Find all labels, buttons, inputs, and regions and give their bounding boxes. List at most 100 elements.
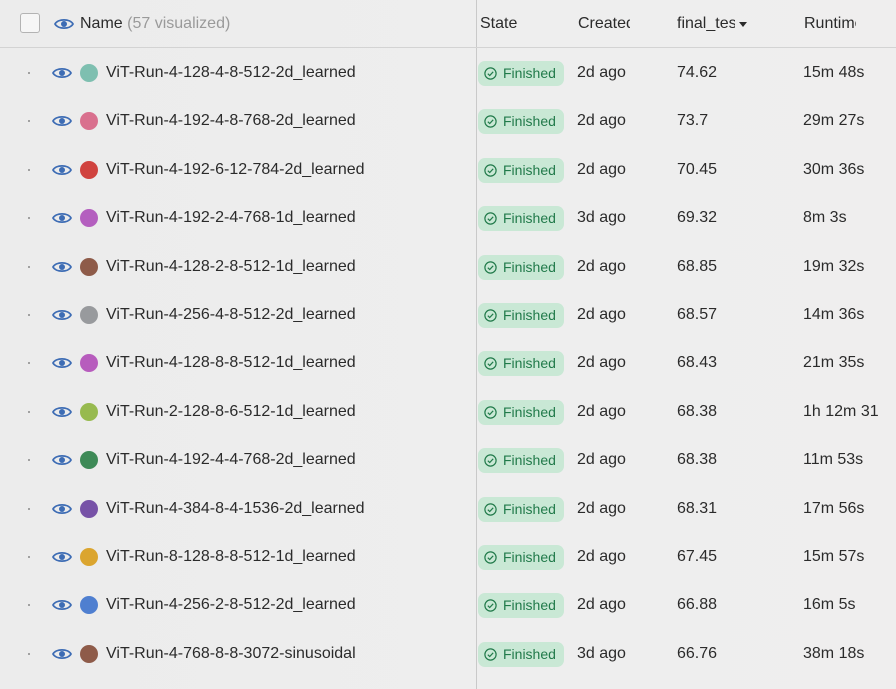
sort-descending-icon[interactable] — [739, 22, 747, 27]
table-row[interactable]: ViT-Run-4-256-2-8-512-2d_learned Finishe… — [0, 581, 896, 629]
run-color-swatch[interactable] — [80, 209, 98, 228]
final-test-acc-cell: 70.45 — [677, 160, 718, 178]
created-cell: 2d ago — [577, 64, 626, 81]
created-cell: 2d ago — [577, 499, 626, 517]
status-badge: Finished — [478, 593, 564, 619]
eye-icon[interactable] — [52, 405, 72, 419]
created-cell: 2d ago — [577, 596, 626, 614]
row-handle-icon[interactable] — [28, 265, 30, 268]
eye-icon[interactable] — [52, 502, 72, 516]
run-color-swatch[interactable] — [80, 354, 98, 373]
row-handle-icon[interactable] — [28, 556, 30, 558]
runtime-column-header[interactable]: Runtime — [804, 14, 856, 34]
row-handle-icon[interactable] — [28, 120, 30, 123]
eye-icon[interactable] — [52, 356, 72, 370]
table-row[interactable]: ViT-Run-4-384-8-4-1536-2d_learned Finish… — [0, 485, 896, 533]
status-badge: Finished — [478, 448, 564, 474]
created-column-header[interactable]: Created — [578, 14, 630, 34]
run-color-swatch[interactable] — [80, 596, 98, 615]
run-color-swatch[interactable] — [80, 548, 98, 566]
table-row[interactable]: ViT-Run-4-128-4-8-512-2d_learned Finishe… — [0, 49, 896, 97]
status-badge: Finished — [478, 254, 564, 280]
row-handle-icon[interactable] — [28, 604, 30, 607]
run-color-swatch[interactable] — [80, 160, 98, 179]
name-column-header[interactable]: Name (57 visualized) — [80, 14, 230, 34]
run-name-link[interactable]: ViT-Run-4-192-4-4-768-2d_learned — [106, 450, 356, 470]
table-row[interactable]: ViT-Run-4-192-6-12-784-2d_learned Finish… — [0, 146, 896, 194]
created-cell: 2d ago — [577, 112, 626, 130]
runtime-cell: 19m 32s — [803, 257, 865, 275]
status-label: Finished — [503, 258, 556, 275]
check-circle-icon — [484, 502, 497, 516]
row-handle-icon[interactable] — [28, 652, 30, 655]
eye-icon[interactable] — [52, 114, 72, 128]
row-handle-icon[interactable] — [28, 362, 30, 365]
table-row[interactable]: ViT-Run-8-128-8-8-512-1d_learned Finishe… — [0, 533, 896, 581]
eye-icon[interactable] — [52, 66, 72, 80]
table-row[interactable]: ViT-Run-4-192-4-8-768-2d_learned Finishe… — [0, 97, 896, 145]
run-name-link[interactable]: ViT-Run-4-256-4-8-512-2d_learned — [106, 305, 356, 325]
run-name-link[interactable]: ViT-Run-4-128-2-8-512-1d_learned — [106, 257, 356, 277]
select-all-checkbox[interactable] — [20, 13, 40, 33]
run-color-swatch[interactable] — [80, 499, 98, 518]
run-name-link[interactable]: ViT-Run-4-768-8-8-3072-sinusoidal — [106, 644, 356, 664]
run-name-link[interactable]: ViT-Run-8-128-8-8-512-1d_learned — [106, 547, 356, 567]
table-row[interactable]: ViT-Run-4-192-4-4-768-2d_learned Finishe… — [0, 436, 896, 484]
row-handle-icon[interactable] — [28, 459, 30, 462]
run-name-link[interactable]: ViT-Run-4-256-2-8-512-2d_learned — [106, 595, 356, 615]
runtime-cell: 14m 36s — [803, 306, 865, 323]
run-name-link[interactable]: ViT-Run-4-192-4-8-768-2d_learned — [106, 111, 356, 131]
eye-icon[interactable] — [52, 163, 72, 177]
run-name-link[interactable]: ViT-Run-2-128-8-6-512-1d_learned — [106, 402, 356, 422]
eye-icon[interactable] — [52, 211, 72, 225]
run-name-link[interactable]: ViT-Run-4-384-8-4-1536-2d_learned — [106, 499, 365, 519]
run-color-swatch[interactable] — [80, 64, 98, 82]
row-handle-icon[interactable] — [28, 410, 30, 413]
check-circle-icon — [484, 260, 497, 274]
table-row[interactable]: ViT-Run-2-128-8-6-512-1d_learned Finishe… — [0, 388, 896, 436]
status-label: Finished — [503, 549, 556, 565]
created-cell: 2d ago — [577, 160, 626, 178]
state-column-header[interactable]: State — [480, 14, 550, 34]
table-row[interactable]: ViT-Run-4-128-2-8-512-1d_learned Finishe… — [0, 243, 896, 291]
run-name-link[interactable]: ViT-Run-4-128-4-8-512-2d_learned — [106, 63, 356, 83]
runs-table: Name (57 visualized) State Created final… — [0, 0, 896, 689]
table-row[interactable]: ViT-Run-4-768-8-8-3072-sinusoidal Finish… — [0, 630, 896, 678]
run-color-swatch[interactable] — [80, 112, 98, 131]
created-cell: 2d ago — [577, 402, 626, 420]
eye-icon[interactable] — [52, 453, 72, 467]
run-name-link[interactable]: ViT-Run-4-192-6-12-784-2d_learned — [106, 160, 365, 180]
run-color-swatch[interactable] — [80, 451, 98, 470]
table-header: Name (57 visualized) State Created final… — [0, 0, 896, 48]
run-name-link[interactable]: ViT-Run-4-192-2-4-768-1d_learned — [106, 208, 356, 228]
run-color-swatch[interactable] — [80, 257, 98, 276]
final-test-acc-cell: 68.43 — [677, 354, 718, 372]
eye-icon[interactable] — [52, 598, 72, 612]
run-name-link[interactable]: ViT-Run-4-128-8-8-512-1d_learned — [106, 353, 356, 373]
table-row[interactable]: ViT-Run-4-192-2-4-768-1d_learned Finishe… — [0, 194, 896, 242]
status-badge: Finished — [478, 157, 564, 183]
row-handle-icon[interactable] — [28, 314, 30, 316]
row-handle-icon[interactable] — [28, 507, 30, 510]
row-handle-icon[interactable] — [28, 168, 30, 171]
eye-icon[interactable] — [52, 550, 72, 564]
created-cell: 2d ago — [577, 354, 626, 372]
eye-icon[interactable] — [52, 308, 72, 322]
final-test-acc-cell: 69.32 — [677, 209, 718, 227]
status-label: Finished — [503, 161, 556, 178]
table-row[interactable]: ViT-Run-4-128-8-8-512-1d_learned Finishe… — [0, 339, 896, 387]
run-color-swatch[interactable] — [80, 402, 98, 421]
row-handle-icon[interactable] — [28, 217, 30, 220]
eye-icon[interactable] — [54, 17, 74, 31]
eye-icon[interactable] — [52, 647, 72, 661]
eye-icon[interactable] — [52, 260, 72, 274]
runtime-cell: 21m 35s — [803, 354, 865, 372]
final-test-acc-column-header[interactable]: final_test_acc — [677, 14, 735, 34]
run-color-swatch[interactable] — [80, 644, 98, 663]
run-color-swatch[interactable] — [80, 306, 98, 324]
status-label: Finished — [503, 597, 556, 614]
table-row[interactable]: ViT-Run-4-256-4-8-512-2d_learned Finishe… — [0, 291, 896, 339]
row-handle-icon[interactable] — [28, 72, 30, 74]
final-test-acc-cell: 68.85 — [677, 257, 718, 275]
visualized-count: (57 visualized) — [127, 15, 231, 32]
